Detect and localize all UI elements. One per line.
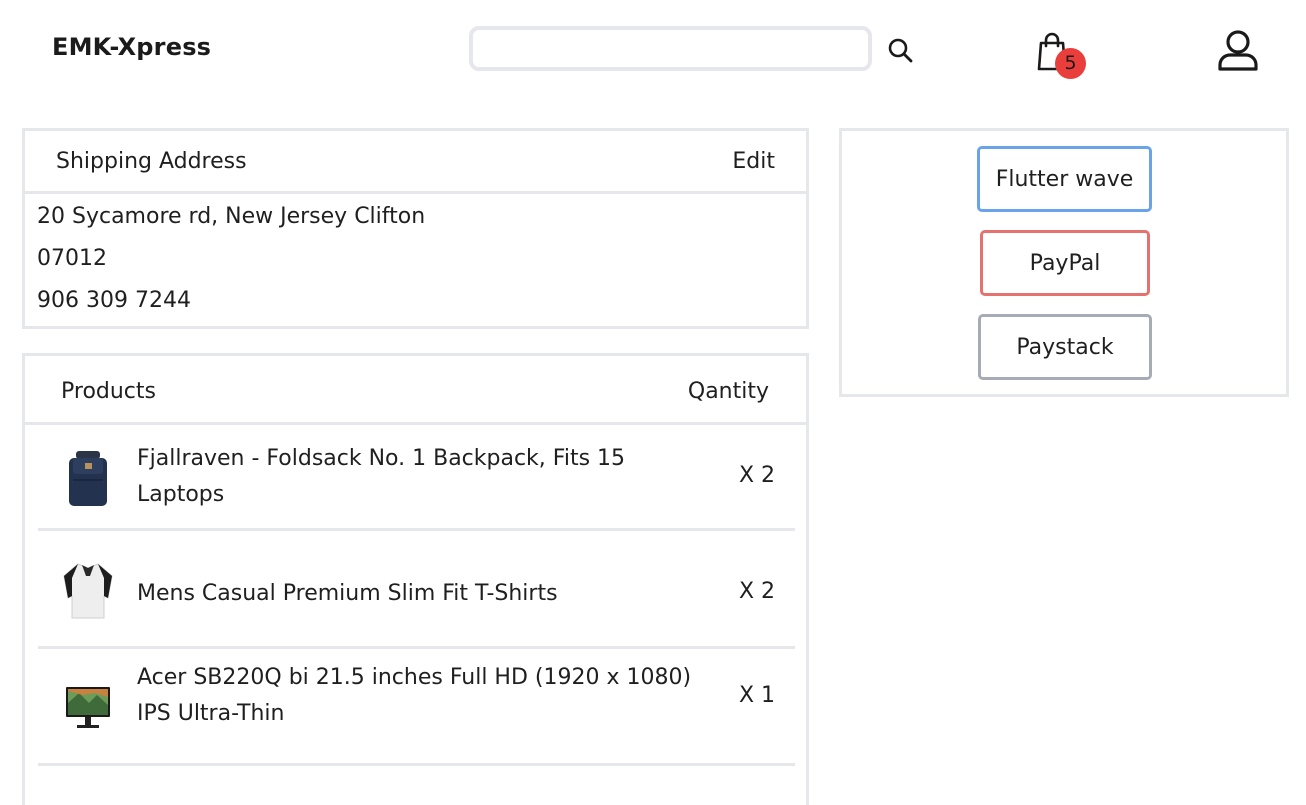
search-icon (888, 38, 913, 63)
backpack-image (50, 440, 125, 518)
cart-count-badge: 5 (1055, 48, 1086, 79)
product-name: Acer SB220Q bi 21.5 inches Full HD (1920… (137, 665, 692, 726)
search-button[interactable] (884, 34, 916, 66)
user-account-button[interactable] (1216, 29, 1260, 77)
payment-options-panel: Flutter wave PayPal Paystack (839, 128, 1289, 397)
product-name: Mens Casual Premium Slim Fit T-Shirts (137, 581, 558, 606)
monitor-image (50, 668, 125, 746)
user-icon (1218, 30, 1258, 71)
edit-address-link[interactable]: Edit (732, 149, 775, 174)
product-quantity: X 2 (738, 463, 775, 488)
quantity-column-header: Qantity (687, 379, 769, 404)
address-phone: 906 309 7244 (37, 288, 191, 313)
shipping-address-panel: Shipping Address Edit 20 Sycamore rd, Ne… (22, 128, 809, 329)
product-row: Mens Casual Premium Slim Fit T-Shirts X … (38, 531, 795, 649)
address-zip: 07012 (37, 246, 107, 271)
checkout-page: EMK-Xpress 5 Shipping Address Edit 20 Sy… (0, 0, 1306, 805)
paypal-button[interactable]: PayPal (980, 230, 1150, 296)
cart-button[interactable]: 5 (1032, 30, 1088, 80)
paystack-button[interactable]: Paystack (978, 314, 1152, 380)
address-street: 20 Sycamore rd, New Jersey Clifton (37, 204, 426, 229)
products-panel: Products Qantity Fjallraven - Foldsack N… (22, 353, 809, 805)
product-row: Acer SB220Q bi 21.5 inches Full HD (1920… (38, 649, 795, 766)
tshirt-image (50, 551, 125, 629)
brand-logo[interactable]: EMK-Xpress (52, 33, 211, 61)
products-title: Products (61, 379, 156, 404)
product-quantity: X 2 (738, 579, 775, 604)
flutterwave-button[interactable]: Flutter wave (977, 146, 1152, 212)
shipping-address-title: Shipping Address (56, 149, 247, 174)
product-name: Fjallraven - Foldsack No. 1 Backpack, Fi… (137, 446, 626, 507)
products-header: Products Qantity (25, 356, 806, 425)
product-quantity: X 1 (738, 683, 775, 708)
product-row: Fjallraven - Foldsack No. 1 Backpack, Fi… (38, 428, 795, 531)
search-input[interactable] (469, 26, 872, 71)
shipping-address-header: Shipping Address Edit (25, 131, 806, 194)
